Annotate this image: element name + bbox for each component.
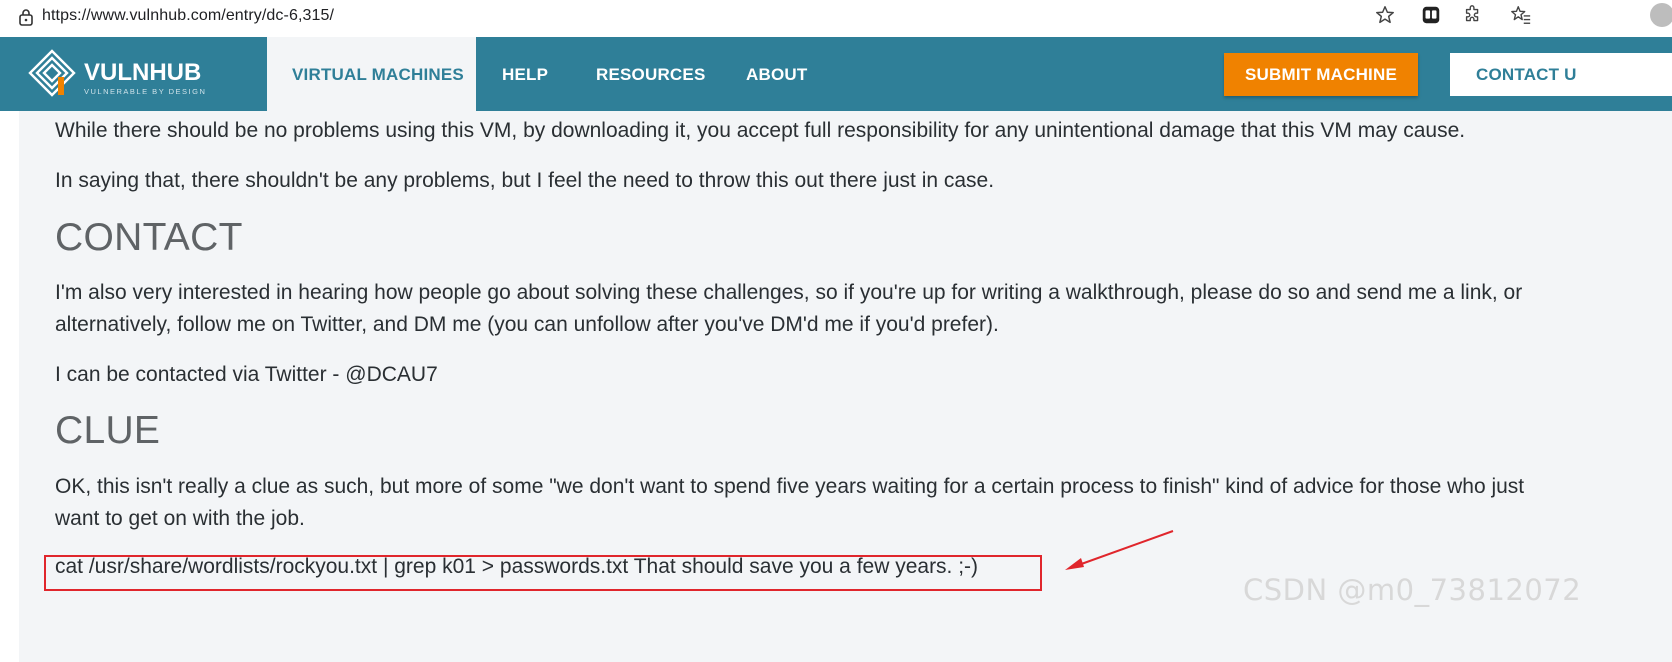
csdn-watermark: CSDN @m0_73812072 [1243, 573, 1582, 607]
clue-heading: CLUE [55, 409, 161, 452]
vulnhub-logo[interactable]: VULNHUB VULNERABLE BY DESIGN [26, 47, 226, 101]
browser-toolbar: https://www.vulnhub.com/entry/dc-6,315/ [0, 0, 1672, 38]
extension-badge-icon[interactable] [1420, 4, 1442, 26]
url-text[interactable]: https://www.vulnhub.com/entry/dc-6,315/ [42, 7, 334, 25]
contact-heading: CONTACT [55, 216, 243, 259]
vulnhub-logo-icon: VULNHUB VULNERABLE BY DESIGN [28, 49, 206, 97]
submit-machine-button[interactable]: SUBMIT MACHINE [1224, 53, 1418, 96]
nav-virtual-machines[interactable]: VIRTUAL MACHINES [292, 65, 464, 85]
lock-icon[interactable] [18, 8, 34, 26]
disclaimer-text-2: In saying that, there shouldn't be any p… [55, 169, 995, 192]
profile-icon[interactable] [1650, 3, 1672, 27]
address-bar[interactable]: https://www.vulnhub.com/entry/dc-6,315/ [6, 2, 1406, 31]
extension-icon[interactable] [1462, 4, 1484, 26]
logo-tagline: VULNERABLE BY DESIGN [84, 87, 206, 96]
disclaimer-text-1: While there should be no problems using … [55, 119, 1466, 142]
site-header: VULNHUB VULNERABLE BY DESIGN VIRTUAL MAC… [0, 37, 1672, 111]
nav-about[interactable]: ABOUT [746, 65, 807, 85]
nav-help[interactable]: HELP [502, 65, 548, 85]
annotation-arrow-icon [1065, 530, 1174, 570]
clue-text: OK, this isn't really a clue as such, bu… [55, 475, 1525, 530]
contact-us-button[interactable]: CONTACT U [1450, 53, 1672, 96]
entry-content: While there should be no problems using … [19, 111, 1672, 662]
annotation-highlight-box [44, 555, 1042, 591]
contact-text: I'm also very interested in hearing how … [55, 281, 1523, 336]
star-icon[interactable] [1374, 4, 1396, 26]
logo-text: VULNHUB [84, 59, 201, 86]
nav-resources[interactable]: RESOURCES [596, 65, 706, 85]
contact-twitter-text: I can be contacted via Twitter - @DCAU7 [55, 363, 438, 386]
favorites-icon[interactable] [1510, 4, 1532, 26]
